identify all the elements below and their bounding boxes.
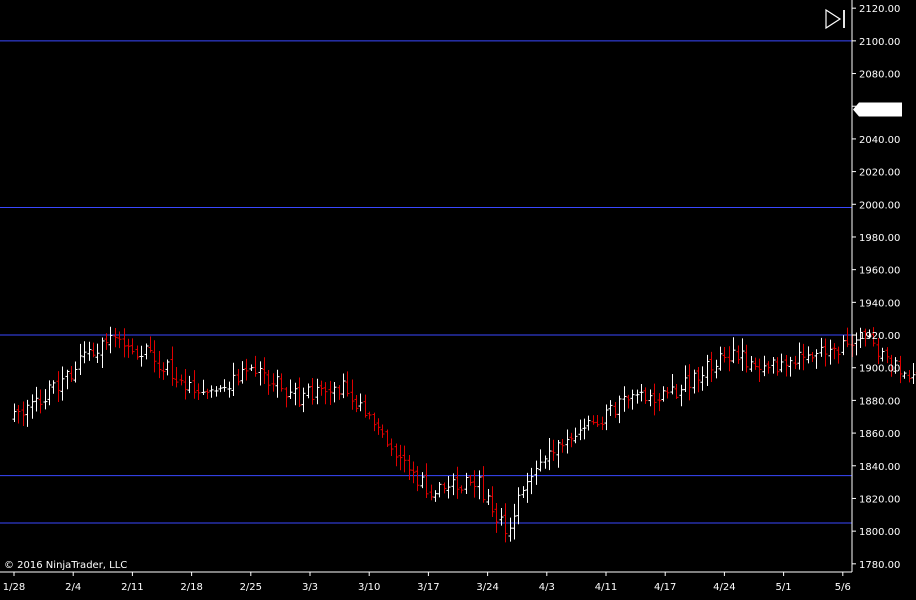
price-tick-label: 2080.00	[859, 70, 900, 81]
price-tick-label: 1840.00	[859, 462, 900, 473]
price-tick-label: 1940.00	[859, 298, 900, 309]
price-tick-label: 1900.00	[859, 364, 900, 375]
price-tick-label: 1820.00	[859, 494, 900, 505]
price-chart: 2120.002100.002080.002060.002040.002020.…	[0, 0, 916, 600]
price-tick-label: 1920.00	[859, 331, 900, 342]
time-tick-label: 2/4	[65, 582, 81, 593]
time-tick-label: 4/3	[539, 582, 555, 593]
last-price-label: 2058.00	[861, 105, 902, 116]
time-tick-label: 2/18	[180, 582, 202, 593]
price-tick-label: 1780.00	[859, 560, 900, 571]
price-tick-label: 2000.00	[859, 200, 900, 211]
time-tick-label: 5/1	[776, 582, 792, 593]
time-tick-label: 3/24	[476, 582, 498, 593]
price-tick-label: 1880.00	[859, 396, 900, 407]
time-tick-label: 4/11	[595, 582, 617, 593]
last-price-marker: 2058.00	[853, 102, 902, 117]
time-tick-label: 5/6	[835, 582, 851, 593]
time-tick-label: 4/24	[713, 582, 735, 593]
time-tick-label: 1/28	[3, 582, 25, 593]
chart-canvas: 2120.002100.002080.002060.002040.002020.…	[0, 0, 916, 600]
copyright-text: © 2016 NinjaTrader, LLC	[4, 560, 127, 571]
time-tick-label: 3/3	[302, 582, 318, 593]
time-tick-label: 4/17	[654, 582, 676, 593]
price-tick-label: 1980.00	[859, 233, 900, 244]
time-tick-label: 2/11	[121, 582, 143, 593]
price-tick-label: 2040.00	[859, 135, 900, 146]
price-tick-label: 1800.00	[859, 527, 900, 538]
time-tick-label: 3/10	[358, 582, 380, 593]
price-tick-label: 2020.00	[859, 168, 900, 179]
price-tick-label: 2100.00	[859, 37, 900, 48]
time-tick-label: 3/17	[417, 582, 439, 593]
time-tick-label: 2/25	[240, 582, 262, 593]
price-tick-label: 1860.00	[859, 429, 900, 440]
price-tick-label: 1960.00	[859, 266, 900, 277]
chart-background	[0, 0, 916, 600]
price-tick-label: 2120.00	[859, 4, 900, 15]
